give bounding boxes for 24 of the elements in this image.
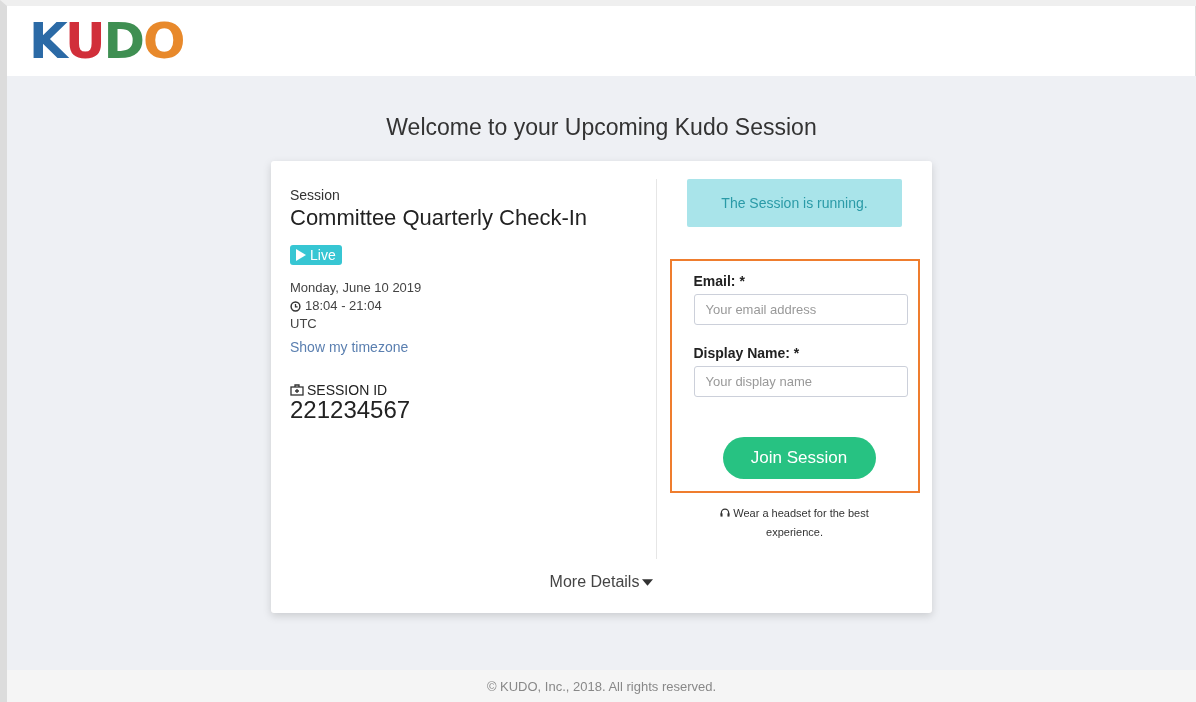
field-label: Email: * <box>693 273 746 289</box>
session-time: 18:04 - 21:04 <box>305 297 382 315</box>
clock-icon <box>290 300 301 312</box>
show-timezone-link[interactable]: Show my timezone <box>290 339 409 355</box>
briefcase-icon <box>290 384 304 396</box>
more-details-toggle[interactable]: More Details <box>549 573 654 591</box>
field-label: Display Name: * <box>693 345 801 361</box>
session-id-label: SESSION ID <box>307 382 388 398</box>
session-title: Committee Quarterly Check-In <box>290 205 589 231</box>
session-timezone: UTC <box>290 315 318 333</box>
session-running-notice: The Session is running. <box>687 179 902 227</box>
session-label: Session <box>290 187 341 203</box>
play-icon <box>296 249 306 261</box>
input-field[interactable]: Your email address <box>693 294 908 325</box>
live-badge: Live <box>290 245 342 265</box>
copyright-text: © KUDO, Inc., 2018. All rights reserved. <box>486 678 717 694</box>
input-field[interactable]: Your display name <box>693 366 908 397</box>
session-id: 221234567 <box>290 396 412 424</box>
headset-tip: Wear a headset for the best experience. <box>720 507 869 538</box>
caret-down-icon <box>642 578 654 586</box>
logo[interactable]: KUDO <box>29 16 184 66</box>
headphones-icon <box>720 508 731 517</box>
page-heading: Welcome to your Upcoming Kudo Session <box>386 114 817 141</box>
session-date: Monday, June 10 2019 <box>290 279 423 297</box>
